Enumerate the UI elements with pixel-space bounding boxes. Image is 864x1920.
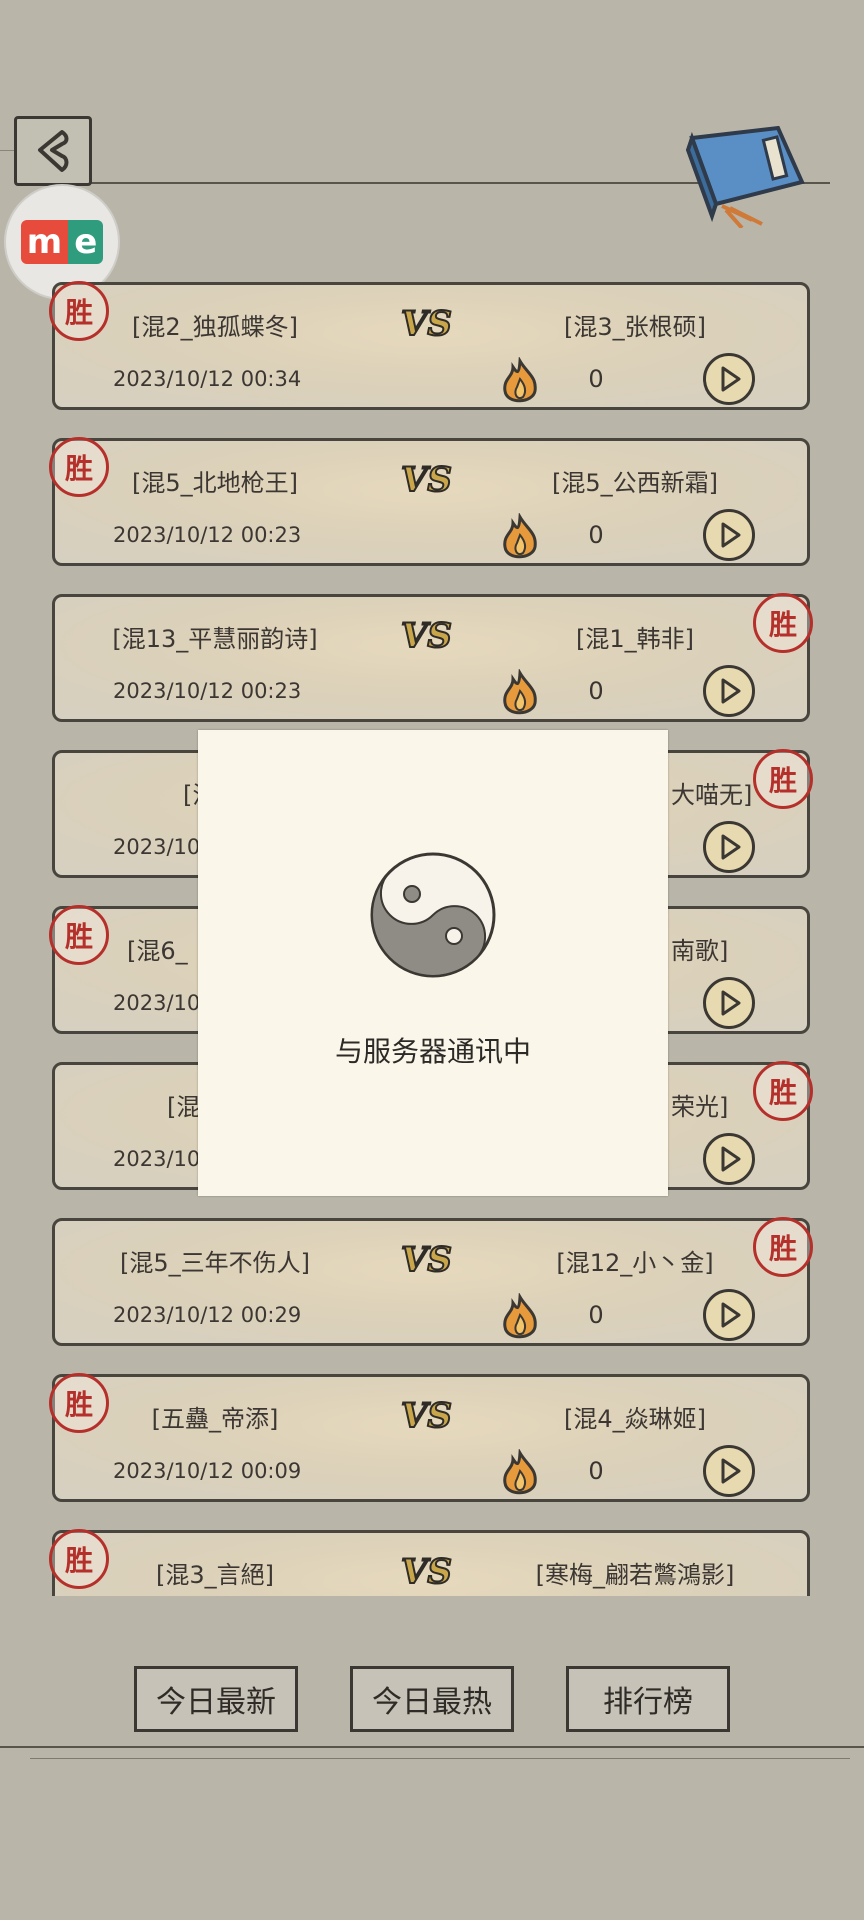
player-right-name[interactable]: [混4_焱琳姬] xyxy=(485,1399,785,1434)
player-right-name[interactable]: 荣光] xyxy=(671,1087,728,1122)
vs-icon: VS xyxy=(400,1239,453,1279)
heat-count: 0 xyxy=(588,365,604,393)
vs-icon: VS xyxy=(400,1395,453,1435)
win-seal: 胜 xyxy=(753,749,813,809)
vs-icon: VS xyxy=(400,303,453,343)
match-date: 2023/10/12 00:29 xyxy=(113,1303,302,1327)
svg-text:VS: VS xyxy=(401,616,452,655)
match-card[interactable]: 胜 [混5_北地枪王] VS [混5_公西新霜] 2023/10/12 00:2… xyxy=(49,437,810,566)
play-icon xyxy=(721,1146,741,1172)
match-date: 2023/10/12 00:23 xyxy=(113,679,302,703)
play-icon xyxy=(721,366,741,392)
vs-icon: VS xyxy=(400,459,453,499)
svg-text:VS: VS xyxy=(401,1396,452,1435)
play-icon xyxy=(721,990,741,1016)
player-right-name[interactable]: 大喵无] xyxy=(671,775,752,810)
play-icon xyxy=(721,1302,741,1328)
play-replay-button[interactable] xyxy=(703,353,755,405)
tab-leaderboard[interactable]: 排行榜 xyxy=(566,1666,730,1732)
play-replay-button[interactable] xyxy=(703,1445,755,1497)
play-replay-button[interactable] xyxy=(703,821,755,873)
player-right-name[interactable]: [混3_张根硕] xyxy=(485,307,785,342)
play-icon xyxy=(721,1458,741,1484)
svg-text:VS: VS xyxy=(401,304,452,343)
player-left-name[interactable]: [混6_ xyxy=(127,931,188,966)
footer-rule-secondary xyxy=(30,1758,850,1759)
player-left-name[interactable]: [混3_言絕] xyxy=(55,1555,375,1590)
heat-count: 0 xyxy=(588,521,604,549)
loading-message: 与服务器通讯中 xyxy=(334,1035,531,1068)
fire-icon xyxy=(503,513,537,559)
match-card[interactable]: 胜 [混2_独孤蝶冬] VS [混3_张根硕] 2023/10/12 00:34… xyxy=(49,281,810,410)
tab-today-hottest[interactable]: 今日最热 xyxy=(350,1666,514,1732)
heat-count: 0 xyxy=(588,1301,604,1329)
svg-text:VS: VS xyxy=(401,1240,452,1279)
play-replay-button[interactable] xyxy=(703,509,755,561)
play-icon xyxy=(721,834,741,860)
svg-text:VS: VS xyxy=(401,1552,452,1591)
heat-count: 0 xyxy=(588,677,604,705)
player-right-name[interactable]: [寒梅_翩若鷩鴻影] xyxy=(485,1555,785,1590)
match-date: 2023/10/12 00:09 xyxy=(113,1459,302,1483)
tab-today-latest[interactable]: 今日最新 xyxy=(134,1666,298,1732)
player-left-name[interactable]: [五蠱_帝添] xyxy=(55,1399,375,1434)
fire-icon xyxy=(503,1449,537,1495)
player-left-name[interactable]: [混5_北地枪王] xyxy=(55,463,375,498)
vs-icon: VS xyxy=(400,615,453,655)
play-replay-button[interactable] xyxy=(703,665,755,717)
vs-icon: VS xyxy=(400,1551,453,1591)
svg-text:VS: VS xyxy=(401,460,452,499)
play-replay-button[interactable] xyxy=(703,1289,755,1341)
player-left-name[interactable]: [混 xyxy=(167,1087,200,1122)
match-date: 2023/10/12 00:23 xyxy=(113,523,302,547)
player-right-name[interactable]: [混1_韩非] xyxy=(485,619,785,654)
play-icon xyxy=(721,522,741,548)
player-left-name[interactable]: [混13_平慧丽韵诗] xyxy=(55,619,375,654)
heat-count: 0 xyxy=(588,1457,604,1485)
match-date: 2023/10 xyxy=(113,1147,201,1171)
loading-dialog: 与服务器通讯中 xyxy=(198,730,668,1196)
match-card[interactable]: 胜 [混13_平慧丽韵诗] VS [混1_韩非] 2023/10/12 00:2… xyxy=(52,593,813,722)
player-right-name[interactable]: 南歌] xyxy=(671,931,728,966)
play-replay-button[interactable] xyxy=(703,977,755,1029)
fire-icon xyxy=(503,1293,537,1339)
footer-rule xyxy=(0,1746,864,1748)
match-date: 2023/10/12 00:34 xyxy=(113,367,302,391)
match-date: 2023/10 xyxy=(113,991,201,1015)
player-left-name[interactable]: [混2_独孤蝶冬] xyxy=(55,307,375,342)
match-card[interactable]: 胜 [五蠱_帝添] VS [混4_焱琳姬] 2023/10/12 00:09 0 xyxy=(49,1373,810,1502)
player-left-name[interactable]: [混5_三年不伤人] xyxy=(55,1243,375,1278)
match-card[interactable]: 胜 [混3_言絕] VS [寒梅_翩若鷩鴻影] xyxy=(49,1529,810,1596)
fire-icon xyxy=(503,357,537,403)
play-icon xyxy=(721,678,741,704)
play-replay-button[interactable] xyxy=(703,1133,755,1185)
player-right-name[interactable]: [混5_公西新霜] xyxy=(485,463,785,498)
yin-yang-icon xyxy=(370,852,496,978)
win-seal: 胜 xyxy=(753,1061,813,1121)
fire-icon xyxy=(503,669,537,715)
player-right-name[interactable]: [混12_小丶金] xyxy=(485,1243,785,1278)
match-card[interactable]: 胜 [混5_三年不伤人] VS [混12_小丶金] 2023/10/12 00:… xyxy=(52,1217,813,1346)
win-seal: 胜 xyxy=(49,905,109,965)
match-date: 2023/10 xyxy=(113,835,201,859)
